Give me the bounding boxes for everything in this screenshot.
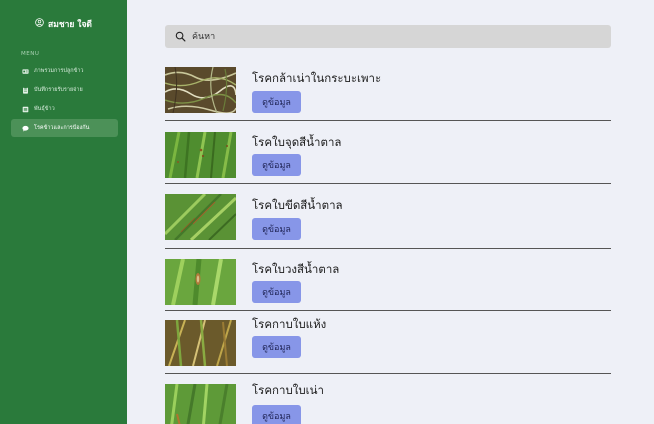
- sidebar-item-income-expense[interactable]: บันทึกรายรับรายจ่าย: [11, 81, 118, 99]
- divider: [165, 120, 611, 121]
- view-info-button[interactable]: ดูข้อมูล: [252, 405, 301, 424]
- divider: [165, 248, 611, 249]
- disease-title: โรคกาบใบแห้ง: [252, 317, 327, 331]
- sidebar: สมชาย ใจดี MENU ภาพรวมการปลูกข้าว บันทึก…: [0, 0, 127, 424]
- disease-title: โรคกาบใบเน่า: [252, 383, 324, 397]
- sidebar-item-overview[interactable]: ภาพรวมการปลูกข้าว: [11, 62, 118, 80]
- disease-image: [165, 132, 236, 178]
- disease-image: [165, 320, 236, 366]
- divider: [165, 310, 611, 311]
- sidebar-item-label: ภาพรวมการปลูกข้าว: [34, 68, 84, 74]
- chat-icon: [22, 125, 29, 132]
- view-info-button[interactable]: ดูข้อมูล: [252, 91, 301, 113]
- user-profile[interactable]: สมชาย ใจดี: [0, 17, 127, 31]
- user-icon: [35, 18, 44, 30]
- sidebar-item-rice-varieties[interactable]: พันธุ์ข้าว: [11, 100, 118, 118]
- sidebar-menu: ภาพรวมการปลูกข้าว บันทึกรายรับรายจ่าย พั…: [0, 62, 127, 137]
- disease-image: [165, 384, 236, 424]
- disease-title: โรคใบวงสีน้ำตาล: [252, 262, 340, 276]
- view-info-button[interactable]: ดูข้อมูล: [252, 281, 301, 303]
- disease-title: โรคกล้าเน่าในกระบะเพาะ: [252, 71, 382, 85]
- id-card-icon: [22, 68, 29, 75]
- list-icon: [22, 106, 29, 113]
- sidebar-item-label: บันทึกรายรับรายจ่าย: [34, 87, 83, 93]
- menu-heading: MENU: [21, 51, 40, 57]
- view-info-button[interactable]: ดูข้อมูล: [252, 154, 301, 176]
- disease-title: โรคใบจุดสีน้ำตาล: [252, 135, 342, 149]
- search-input[interactable]: [192, 31, 592, 42]
- search-bar[interactable]: [165, 25, 611, 48]
- divider: [165, 373, 611, 374]
- view-info-button[interactable]: ดูข้อมูล: [252, 336, 301, 358]
- divider: [165, 183, 611, 184]
- disease-image: [165, 194, 236, 240]
- sidebar-item-label: โรคข้าวและการป้องกัน: [34, 125, 90, 131]
- disease-image: [165, 259, 236, 305]
- sidebar-item-label: พันธุ์ข้าว: [34, 106, 55, 112]
- disease-image: [165, 67, 236, 113]
- search-icon: [175, 27, 186, 46]
- sidebar-item-rice-diseases[interactable]: โรคข้าวและการป้องกัน: [11, 119, 118, 137]
- clipboard-icon: [22, 86, 29, 94]
- disease-title: โรคใบขีดสีน้ำตาล: [252, 198, 343, 212]
- user-name: สมชาย ใจดี: [48, 20, 92, 30]
- view-info-button[interactable]: ดูข้อมูล: [252, 218, 301, 240]
